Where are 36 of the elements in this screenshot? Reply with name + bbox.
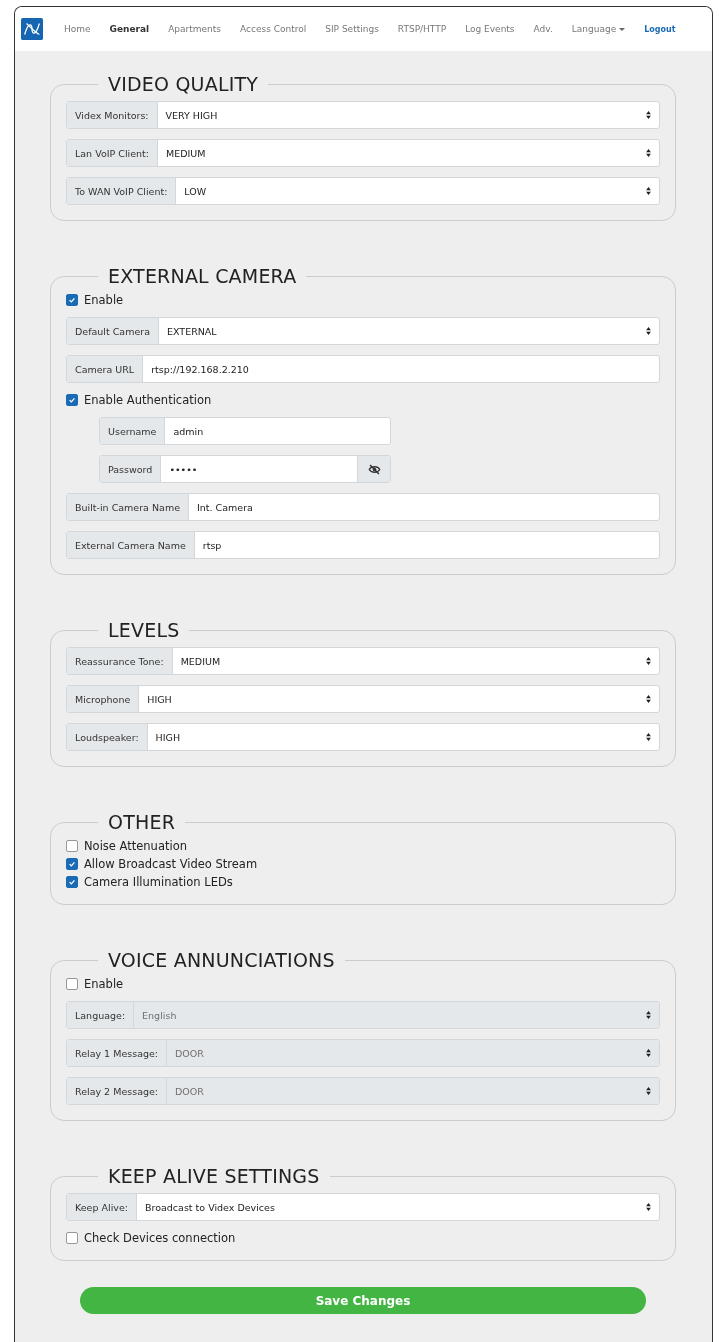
checkbox-label: Enable Authentication [84, 393, 212, 407]
nav-link[interactable]: Adv. [524, 24, 563, 34]
checkbox-label: Check Devices connection [84, 1231, 236, 1245]
checkbox[interactable] [66, 394, 78, 406]
caret-icon [619, 27, 626, 31]
checkbox[interactable] [66, 858, 78, 870]
checkbox-label: Enable [84, 977, 124, 991]
nav-link[interactable]: Access Control [231, 24, 317, 34]
nav-link[interactable]: SIP Settings [316, 24, 389, 34]
section-title: VIDEO QUALITY [107, 73, 260, 95]
section-title: EXTERNAL CAMERA [107, 265, 298, 287]
language-dropdown[interactable]: Language [562, 24, 636, 34]
nav-link[interactable]: General [100, 24, 160, 34]
section-title: KEEP ALIVE SETTINGS [107, 1165, 321, 1187]
nav-link[interactable]: RTSP/HTTP [388, 24, 457, 34]
nav-link[interactable]: Apartments [159, 24, 232, 34]
section-title: OTHER [107, 811, 177, 833]
checkbox-label: Camera Illumination LEDs [84, 875, 233, 889]
logout-link[interactable]: Logout [635, 24, 676, 34]
checkbox[interactable] [66, 1232, 78, 1244]
check-icon [68, 396, 76, 404]
checkbox[interactable] [66, 876, 78, 888]
check-icon [68, 878, 76, 886]
check-icon [68, 860, 76, 868]
checkbox[interactable] [66, 840, 78, 852]
nav-link[interactable]: Home [55, 24, 101, 34]
checkbox-label: Allow Broadcast Video Stream [84, 857, 258, 871]
checkbox[interactable] [66, 978, 78, 990]
checkbox-label: Noise Attenuation [84, 839, 187, 853]
checkbox-label: Enable [84, 293, 124, 307]
section-title: VOICE ANNUNCIATIONS [107, 949, 336, 971]
logo-icon[interactable] [21, 18, 43, 40]
checkbox[interactable] [66, 294, 78, 306]
section-title: LEVELS [107, 619, 181, 641]
check-icon [68, 296, 76, 304]
nav-link[interactable]: Log Events [456, 24, 525, 34]
